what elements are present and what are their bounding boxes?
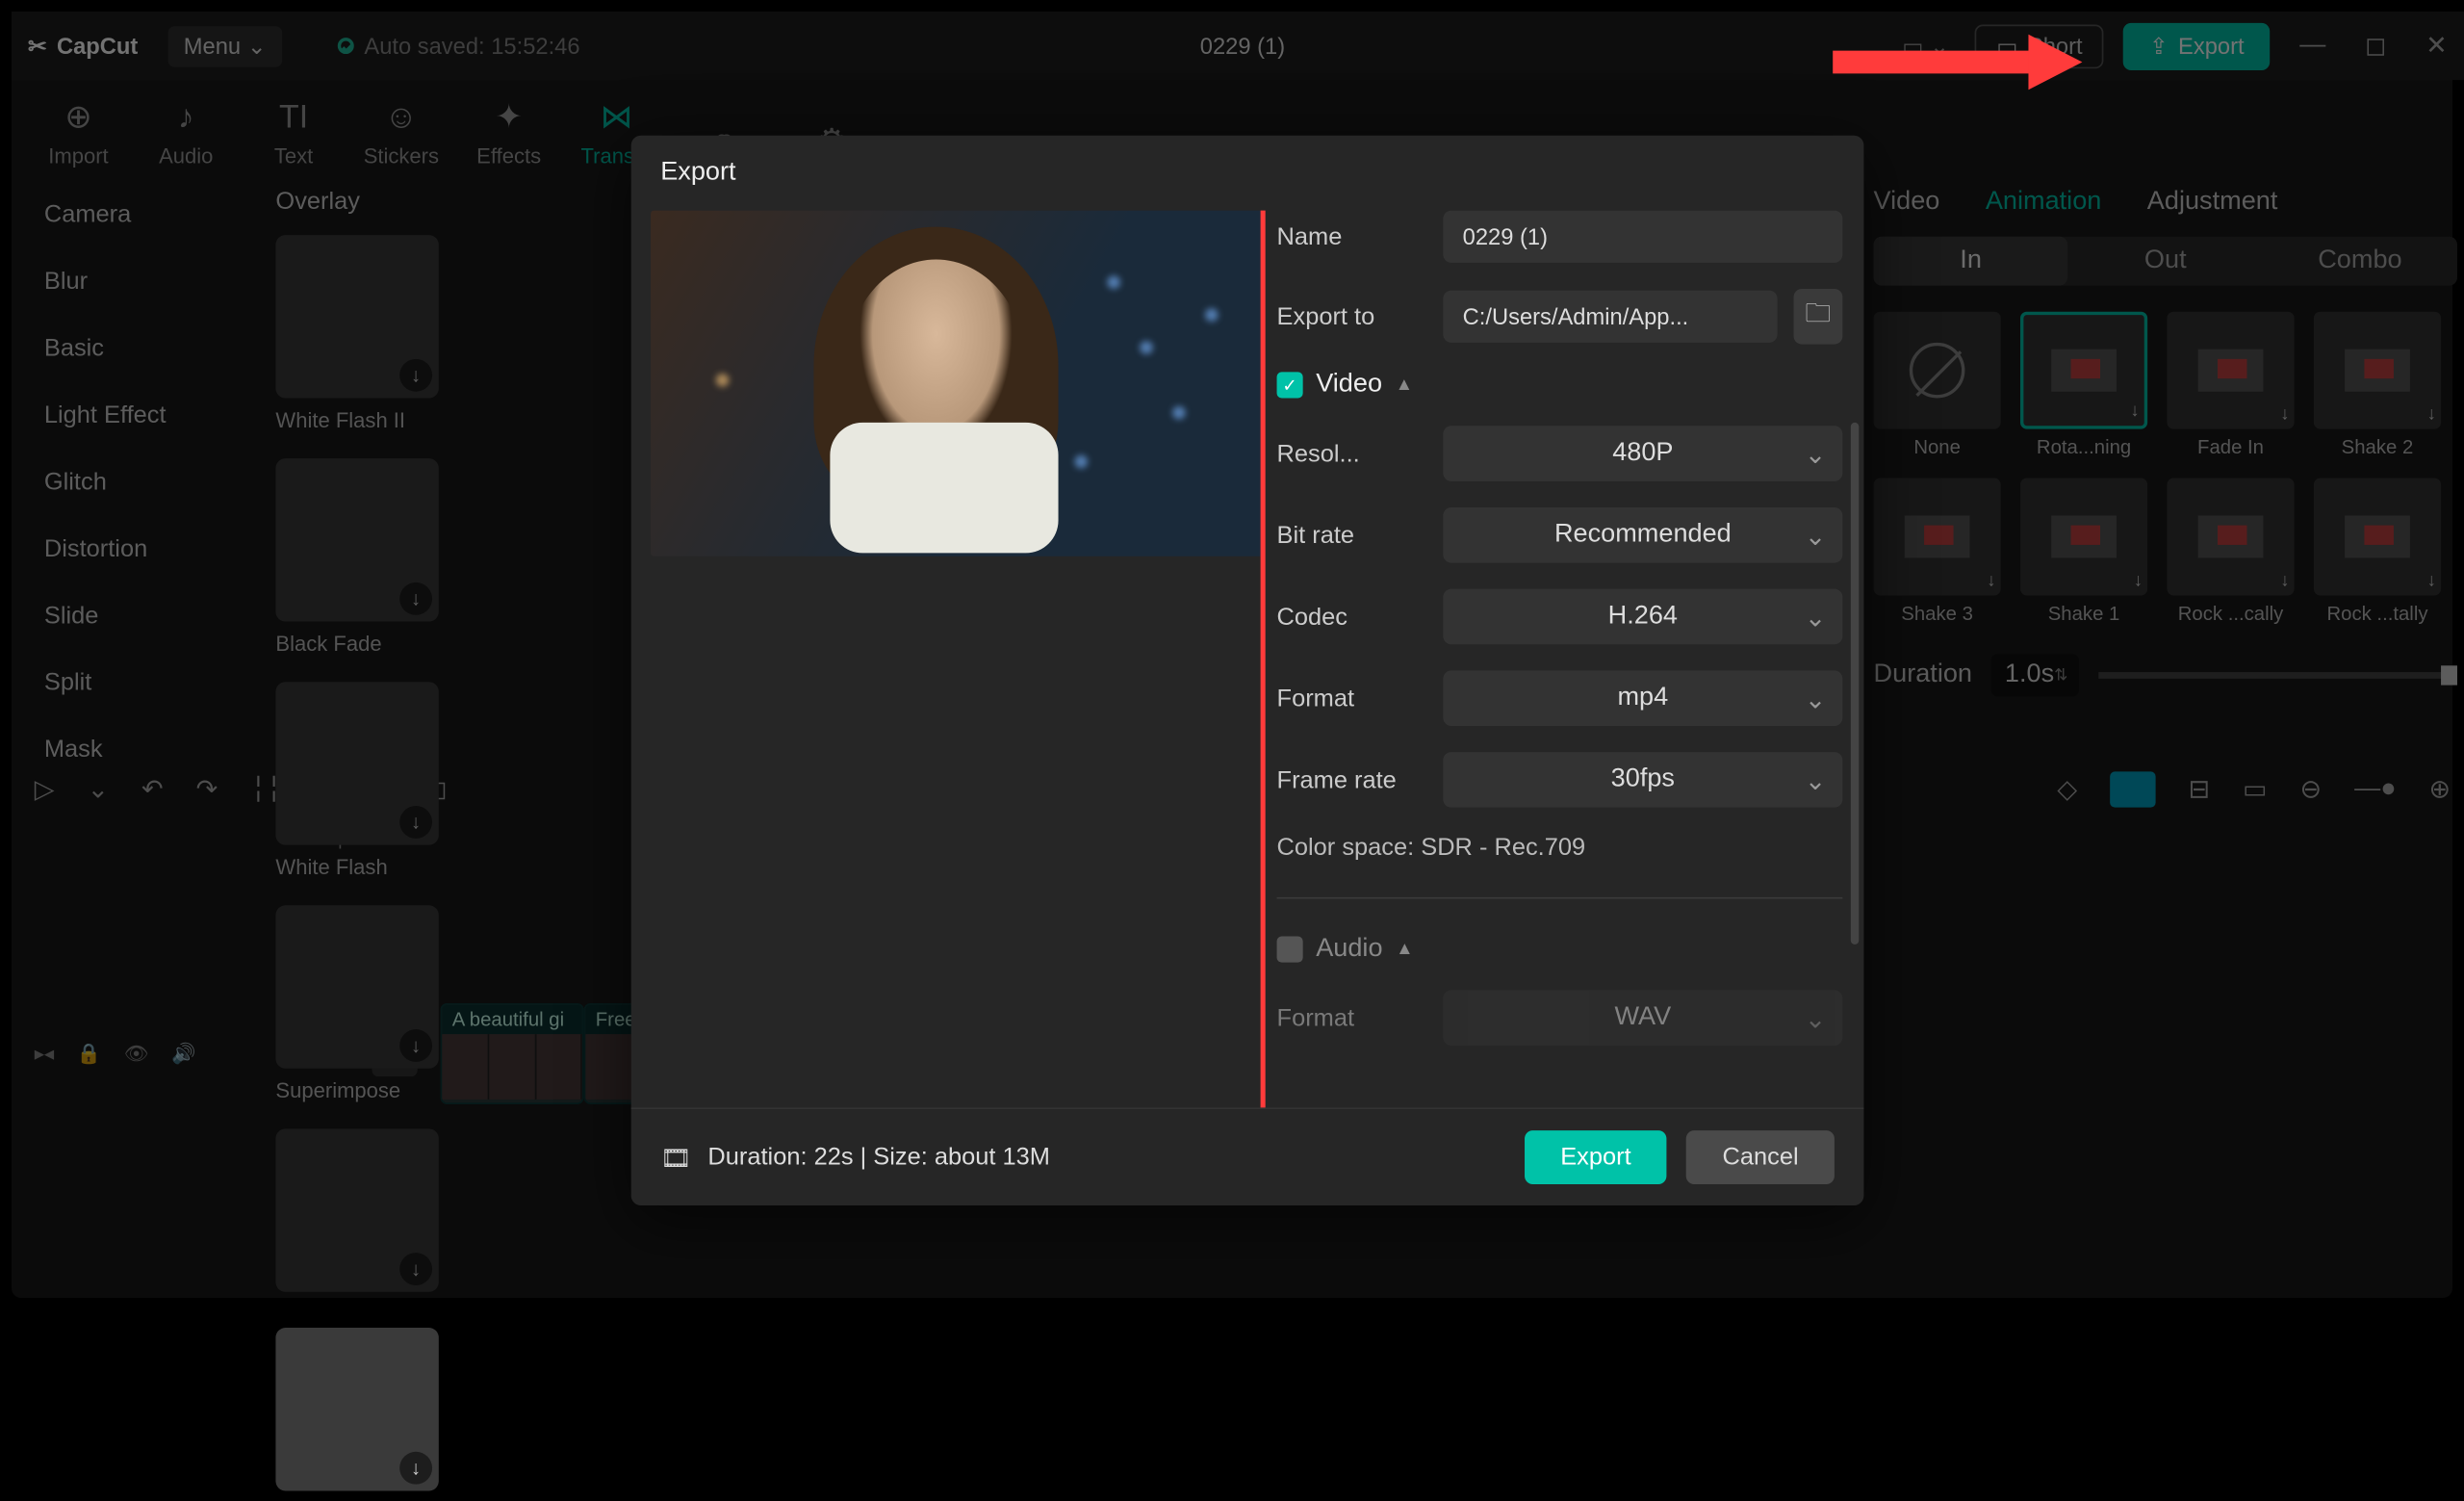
bitrate-select[interactable]: Recommended xyxy=(1443,507,1842,563)
preset-thumb: ↓ xyxy=(275,1328,438,1490)
export-confirm-button[interactable]: Export xyxy=(1525,1130,1667,1184)
film-icon: 🎞 xyxy=(660,1143,691,1172)
highlight-annotation xyxy=(1261,211,1864,1108)
framerate-value: 30fps xyxy=(1611,765,1675,794)
format-value: mp4 xyxy=(1617,684,1668,712)
folder-icon: 🗀 xyxy=(1805,295,1831,339)
video-section-label: Video xyxy=(1316,371,1382,400)
duration-info: Duration: 22s | Size: about 13M xyxy=(707,1144,1050,1172)
audio-section-label: Audio xyxy=(1316,935,1382,964)
resolution-select[interactable]: 480P xyxy=(1443,426,1842,481)
bitrate-value: Recommended xyxy=(1554,521,1732,550)
export-preview xyxy=(651,211,1264,1108)
audio-format-value: WAV xyxy=(1614,1003,1671,1032)
codec-label: Codec xyxy=(1277,603,1427,631)
name-label: Name xyxy=(1277,222,1427,250)
video-checkbox[interactable]: ✓ xyxy=(1277,372,1303,398)
exportto-input[interactable] xyxy=(1443,291,1777,343)
collapse-icon[interactable]: ▲ xyxy=(1396,940,1413,959)
audio-format-label: Format xyxy=(1277,1004,1427,1032)
framerate-label: Frame rate xyxy=(1277,765,1427,793)
audio-format-select[interactable]: WAV xyxy=(1443,990,1842,1046)
export-form: Name Export to 🗀 ✓ Video ▲ Resol...480P … xyxy=(1277,211,1853,1108)
scrollbar[interactable] xyxy=(1851,423,1859,945)
audio-checkbox[interactable] xyxy=(1277,936,1303,962)
name-input[interactable] xyxy=(1443,211,1842,263)
format-label: Format xyxy=(1277,685,1427,712)
colorspace-text: Color space: SDR - Rec.709 xyxy=(1277,834,1843,862)
modal-title: Export xyxy=(631,136,1864,211)
exportto-label: Export to xyxy=(1277,302,1427,330)
divider xyxy=(1277,897,1843,899)
framerate-select[interactable]: 30fps xyxy=(1443,752,1842,808)
codec-select[interactable]: H.264 xyxy=(1443,589,1842,645)
export-modal: Export Name Export to 🗀 ✓ Video xyxy=(631,136,1864,1205)
cancel-button[interactable]: Cancel xyxy=(1686,1130,1835,1184)
preset-card[interactable]: ↓ xyxy=(275,1328,438,1501)
codec-value: H.264 xyxy=(1608,602,1678,631)
resolution-value: 480P xyxy=(1612,439,1673,468)
resolution-label: Resol... xyxy=(1277,440,1427,468)
video-section-header[interactable]: ✓ Video ▲ xyxy=(1277,371,1843,400)
audio-section-header[interactable]: Audio ▲ xyxy=(1277,935,1843,964)
collapse-icon[interactable]: ▲ xyxy=(1396,375,1413,395)
download-icon[interactable]: ↓ xyxy=(399,1452,432,1485)
format-select[interactable]: mp4 xyxy=(1443,670,1842,726)
bitrate-label: Bit rate xyxy=(1277,521,1427,549)
modal-footer: 🎞Duration: 22s | Size: about 13M Export … xyxy=(631,1107,1864,1205)
browse-folder-button[interactable]: 🗀 xyxy=(1794,289,1843,345)
